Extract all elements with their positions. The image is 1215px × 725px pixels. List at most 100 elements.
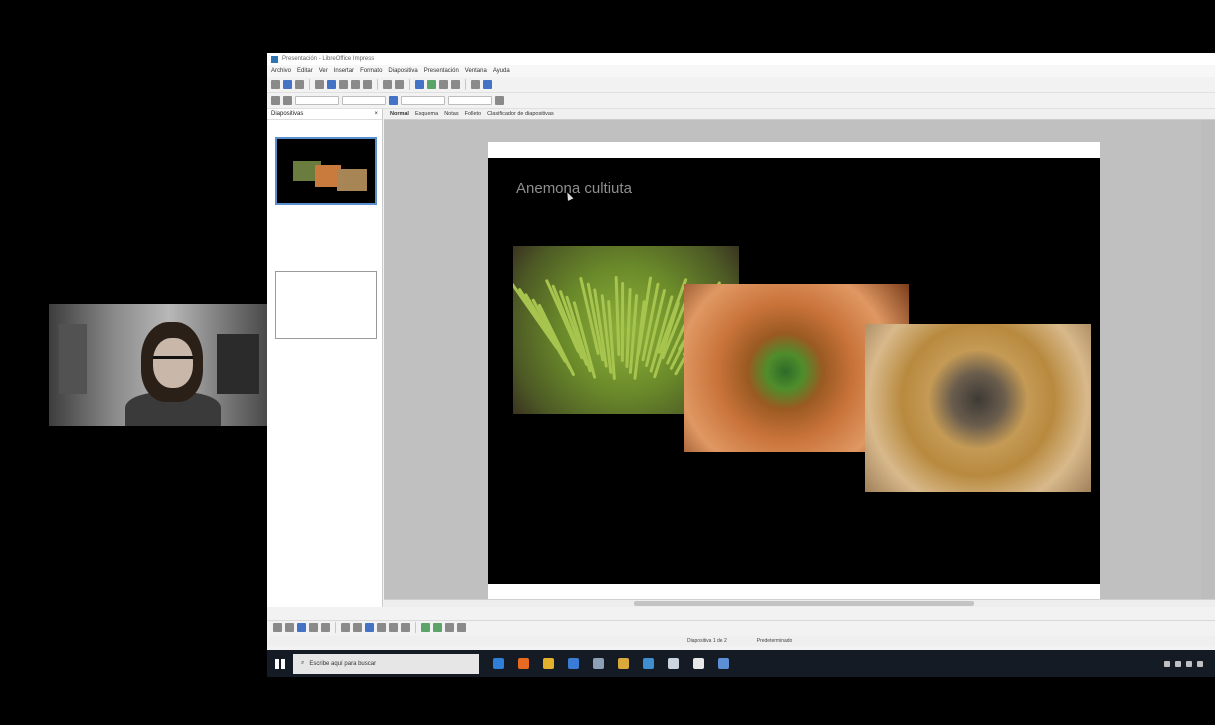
app8-taskbar-icon[interactable]	[668, 658, 679, 669]
menu-item[interactable]: Insertar	[334, 68, 354, 74]
view-tab[interactable]: Notas	[444, 111, 458, 117]
windows-logo-icon	[275, 658, 285, 669]
tray-volume-icon[interactable]	[1175, 660, 1181, 667]
taskbar-apps	[493, 658, 729, 669]
menu-item[interactable]: Ventana	[465, 68, 487, 74]
vertical-scrollbar[interactable]	[1201, 120, 1215, 599]
app7-taskbar-icon[interactable]	[643, 658, 654, 669]
taskbar-search[interactable]: ⌕ Escribe aquí para buscar	[293, 653, 479, 674]
align-icon[interactable]	[445, 623, 454, 632]
store-taskbar-icon[interactable]	[568, 658, 579, 669]
textbox-icon[interactable]	[451, 80, 460, 89]
line-color-icon[interactable]	[389, 96, 398, 105]
chrome-taskbar-icon[interactable]	[618, 658, 629, 669]
curve-tool-icon[interactable]	[341, 623, 350, 632]
rectangle-tool-icon[interactable]	[297, 623, 306, 632]
open-icon[interactable]	[283, 80, 292, 89]
line-tool-icon[interactable]	[285, 623, 294, 632]
select-icon[interactable]	[271, 96, 280, 105]
view-tab[interactable]: Normal	[390, 111, 409, 117]
area-style-field[interactable]	[401, 96, 445, 105]
arrows-icon[interactable]	[389, 623, 398, 632]
impress-app-icon	[271, 55, 278, 63]
shadow-icon[interactable]	[495, 96, 504, 105]
status-layout: Predeterminado	[756, 638, 793, 644]
app10-taskbar-icon[interactable]	[718, 658, 729, 669]
view-tab[interactable]: Folleto	[465, 111, 482, 117]
table-icon[interactable]	[415, 80, 424, 89]
select-tool-icon[interactable]	[273, 623, 282, 632]
new-icon[interactable]	[271, 80, 280, 89]
menu-item[interactable]: Formato	[360, 68, 382, 74]
fontwork-icon[interactable]	[421, 623, 430, 632]
save-icon[interactable]	[295, 80, 304, 89]
menu-item[interactable]: Editar	[297, 68, 313, 74]
paste-icon[interactable]	[363, 80, 372, 89]
area-color-field[interactable]	[448, 96, 492, 105]
view-tabs: Normal Esquema Notas Folleto Clasificador de…	[384, 109, 1215, 120]
line-style-icon[interactable]	[283, 96, 292, 105]
system-tray	[1164, 660, 1215, 667]
webcam-participant-video	[49, 304, 267, 426]
slide-thumbnail-2[interactable]	[275, 271, 377, 339]
copy-icon[interactable]	[351, 80, 360, 89]
basic-shapes-icon[interactable]	[365, 623, 374, 632]
image-icon[interactable]	[427, 80, 436, 89]
app5-taskbar-icon[interactable]	[593, 658, 604, 669]
tray-network-icon[interactable]	[1164, 660, 1170, 667]
status-bar: Diapositiva 1 de 2 Predeterminado	[267, 636, 1215, 646]
nest-photo[interactable]	[865, 324, 1091, 492]
slide-editor-area: Normal Esquema Notas Folleto Clasificador de…	[384, 109, 1215, 607]
flowchart-icon[interactable]	[401, 623, 410, 632]
view-tab[interactable]: Clasificador de diapositivas	[487, 111, 554, 117]
slide-pane: Diapositivas ×	[267, 109, 383, 607]
current-slide[interactable]: Anemona cultiuta	[488, 158, 1100, 584]
arrange-icon[interactable]	[457, 623, 466, 632]
menu-item[interactable]: Archivo	[271, 68, 291, 74]
horizontal-scrollbar[interactable]	[384, 599, 1215, 607]
export-pdf-icon[interactable]	[315, 80, 324, 89]
line-style-field[interactable]	[295, 96, 339, 105]
firefox-taskbar-icon[interactable]	[518, 658, 529, 669]
webcam-lamp	[59, 324, 87, 394]
tray-notification-icon[interactable]	[1197, 660, 1203, 667]
undo-icon[interactable]	[383, 80, 392, 89]
chart-icon[interactable]	[439, 80, 448, 89]
search-icon: ⌕	[301, 660, 305, 666]
ellipse-tool-icon[interactable]	[309, 623, 318, 632]
edge-taskbar-icon[interactable]	[493, 658, 504, 669]
slide-thumbnail-1[interactable]	[275, 137, 377, 205]
thumb-photo-nest	[337, 169, 367, 191]
start-button[interactable]	[267, 650, 293, 677]
text-tool-icon[interactable]	[321, 623, 330, 632]
slide-pane-header: Diapositivas ×	[267, 109, 382, 120]
app9-taskbar-icon[interactable]	[693, 658, 704, 669]
insert-image-icon[interactable]	[433, 623, 442, 632]
connector-tool-icon[interactable]	[353, 623, 362, 632]
tray-battery-icon[interactable]	[1186, 660, 1192, 667]
symbol-shapes-icon[interactable]	[377, 623, 386, 632]
menu-item[interactable]: Ayuda	[493, 68, 510, 74]
webcam-shelf	[217, 334, 259, 394]
participant-glasses	[153, 356, 193, 364]
standard-toolbar	[267, 77, 1215, 93]
line-width-field[interactable]	[342, 96, 386, 105]
view-tab[interactable]: Esquema	[415, 111, 438, 117]
start-presentation-icon[interactable]	[471, 80, 480, 89]
slide-pane-close-button[interactable]: ×	[374, 111, 378, 117]
slide-canvas[interactable]: Anemona cultiuta	[488, 142, 1100, 604]
anemone-tentacle	[620, 281, 625, 363]
print-icon[interactable]	[327, 80, 336, 89]
drawing-toolbar	[267, 620, 1215, 634]
menu-item[interactable]: Ver	[319, 68, 328, 74]
redo-icon[interactable]	[395, 80, 404, 89]
menu-bar: Archivo Editar Ver Insertar Formato Diapositi…	[267, 65, 1215, 77]
toolbar-separator	[465, 79, 466, 90]
display-views-icon[interactable]	[483, 80, 492, 89]
menu-item[interactable]: Presentación	[424, 68, 459, 74]
files-taskbar-icon[interactable]	[543, 658, 554, 669]
scrollbar-thumb[interactable]	[634, 601, 974, 606]
menu-item[interactable]: Diapositiva	[388, 68, 417, 74]
slide-title[interactable]: Anemona cultiuta	[516, 180, 632, 197]
cut-icon[interactable]	[339, 80, 348, 89]
